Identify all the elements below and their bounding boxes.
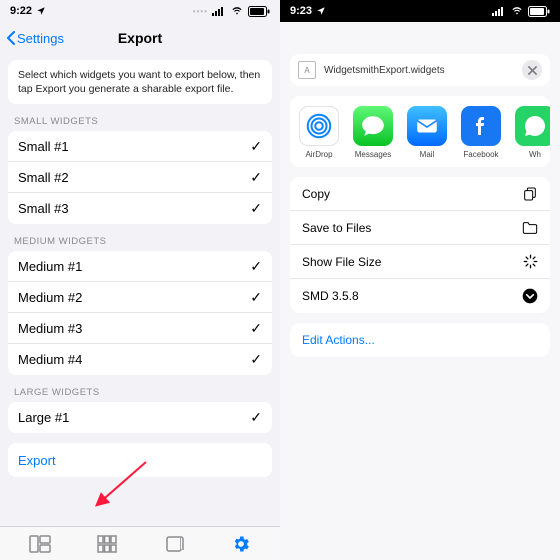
recording-dots-icon: •••• bbox=[193, 7, 208, 16]
list-item[interactable]: Large #1 ✓ bbox=[8, 402, 272, 433]
status-time: 9:23 bbox=[290, 5, 312, 17]
back-button[interactable]: Settings bbox=[6, 31, 64, 46]
action-show-file-size[interactable]: Show File Size bbox=[290, 245, 550, 279]
wifi-icon bbox=[510, 6, 524, 16]
intro-text: Select which widgets you want to export … bbox=[8, 60, 272, 104]
share-file-card: A WidgetsmithExport.widgets bbox=[290, 54, 550, 86]
tab-single[interactable] bbox=[154, 535, 194, 553]
export-settings-screen: 9:22 •••• Settings Export Select which w… bbox=[0, 0, 280, 560]
battery-icon bbox=[528, 6, 550, 17]
item-label: Small #1 bbox=[18, 139, 69, 154]
nav-bar: Settings Export bbox=[0, 22, 280, 54]
mail-icon bbox=[414, 113, 440, 139]
tab-bar bbox=[0, 526, 280, 560]
app-label: Mail bbox=[420, 150, 435, 159]
section-header-small: SMALL WIDGETS bbox=[8, 104, 272, 131]
chevron-down-circle-icon bbox=[522, 288, 538, 304]
list-item[interactable]: Small #1 ✓ bbox=[8, 131, 272, 162]
item-label: Medium #2 bbox=[18, 290, 82, 305]
item-label: Medium #1 bbox=[18, 259, 82, 274]
share-sheet-screen: 9:23 A WidgetsmithExport.widgets AirDrop bbox=[280, 0, 560, 560]
action-label: Show File Size bbox=[302, 255, 381, 269]
list-item[interactable]: Small #3 ✓ bbox=[8, 193, 272, 224]
action-label: Save to Files bbox=[302, 221, 371, 235]
checkmark-icon: ✓ bbox=[250, 258, 262, 275]
small-widgets-list: Small #1 ✓ Small #2 ✓ Small #3 ✓ bbox=[8, 131, 272, 224]
battery-icon bbox=[248, 6, 270, 17]
folder-icon bbox=[522, 221, 538, 235]
app-label: AirDrop bbox=[305, 150, 332, 159]
section-header-medium: MEDIUM WIDGETS bbox=[8, 224, 272, 251]
close-icon bbox=[528, 66, 537, 75]
close-button[interactable] bbox=[522, 60, 542, 80]
chevron-left-icon bbox=[6, 31, 15, 45]
app-whatsapp[interactable]: Wh bbox=[510, 106, 550, 159]
app-label: Wh bbox=[529, 150, 541, 159]
page-title: Export bbox=[118, 30, 162, 46]
item-label: Small #3 bbox=[18, 201, 69, 216]
section-header-large: LARGE WIDGETS bbox=[8, 375, 272, 402]
wifi-icon bbox=[230, 6, 244, 16]
edit-actions-label: Edit Actions... bbox=[302, 333, 375, 347]
checkmark-icon: ✓ bbox=[250, 409, 262, 426]
status-bar-right: 9:23 bbox=[280, 0, 560, 22]
app-label: Messages bbox=[355, 150, 391, 159]
app-label: Facebook bbox=[463, 150, 498, 159]
back-label: Settings bbox=[17, 31, 64, 46]
action-copy[interactable]: Copy bbox=[290, 177, 550, 211]
list-item[interactable]: Medium #2 ✓ bbox=[8, 282, 272, 313]
action-smd[interactable]: SMD 3.5.8 bbox=[290, 279, 550, 313]
medium-widgets-list: Medium #1 ✓ Medium #2 ✓ Medium #3 ✓ Medium … bbox=[8, 251, 272, 375]
file-icon: A bbox=[298, 61, 316, 79]
list-item[interactable]: Medium #4 ✓ bbox=[8, 344, 272, 375]
checkmark-icon: ✓ bbox=[250, 169, 262, 186]
checkmark-icon: ✓ bbox=[250, 289, 262, 306]
loading-icon bbox=[523, 254, 538, 269]
airdrop-icon bbox=[304, 111, 334, 141]
content-scroll[interactable]: Select which widgets you want to export … bbox=[0, 54, 280, 526]
list-item[interactable]: Medium #3 ✓ bbox=[8, 313, 272, 344]
facebook-icon bbox=[469, 114, 493, 138]
list-item[interactable]: Medium #1 ✓ bbox=[8, 251, 272, 282]
action-label: SMD 3.5.8 bbox=[302, 289, 359, 303]
export-label: Export bbox=[18, 453, 56, 468]
tab-grid[interactable] bbox=[87, 535, 127, 553]
item-label: Medium #3 bbox=[18, 321, 82, 336]
edit-actions-button[interactable]: Edit Actions... bbox=[290, 323, 550, 357]
action-label: Copy bbox=[302, 187, 330, 201]
messages-icon bbox=[360, 113, 386, 139]
checkmark-icon: ✓ bbox=[250, 200, 262, 217]
actions-list: Copy Save to Files Show File Size SMD 3.… bbox=[290, 177, 550, 313]
share-sheet: A WidgetsmithExport.widgets AirDrop Mess… bbox=[280, 22, 560, 560]
large-widgets-list: Large #1 ✓ bbox=[8, 402, 272, 433]
item-label: Small #2 bbox=[18, 170, 69, 185]
export-button[interactable]: Export bbox=[8, 443, 272, 477]
location-icon bbox=[316, 6, 326, 16]
copy-icon bbox=[522, 186, 538, 202]
signal-icon bbox=[212, 6, 226, 16]
item-label: Medium #4 bbox=[18, 352, 82, 367]
status-time: 9:22 bbox=[10, 5, 32, 17]
checkmark-icon: ✓ bbox=[250, 351, 262, 368]
checkmark-icon: ✓ bbox=[250, 320, 262, 337]
app-messages[interactable]: Messages bbox=[348, 106, 398, 159]
tab-settings[interactable] bbox=[221, 534, 261, 554]
status-bar-left: 9:22 •••• bbox=[0, 0, 280, 22]
action-save-files[interactable]: Save to Files bbox=[290, 211, 550, 245]
tab-layout[interactable] bbox=[20, 535, 60, 553]
list-item[interactable]: Small #2 ✓ bbox=[8, 162, 272, 193]
app-airdrop[interactable]: AirDrop bbox=[294, 106, 344, 159]
location-icon bbox=[36, 6, 46, 16]
checkmark-icon: ✓ bbox=[250, 138, 262, 155]
file-name: WidgetsmithExport.widgets bbox=[324, 65, 514, 76]
whatsapp-icon bbox=[523, 114, 547, 138]
signal-icon bbox=[492, 6, 506, 16]
app-facebook[interactable]: Facebook bbox=[456, 106, 506, 159]
app-mail[interactable]: Mail bbox=[402, 106, 452, 159]
item-label: Large #1 bbox=[18, 410, 69, 425]
share-apps-row[interactable]: AirDrop Messages Mail Facebook bbox=[290, 96, 550, 167]
